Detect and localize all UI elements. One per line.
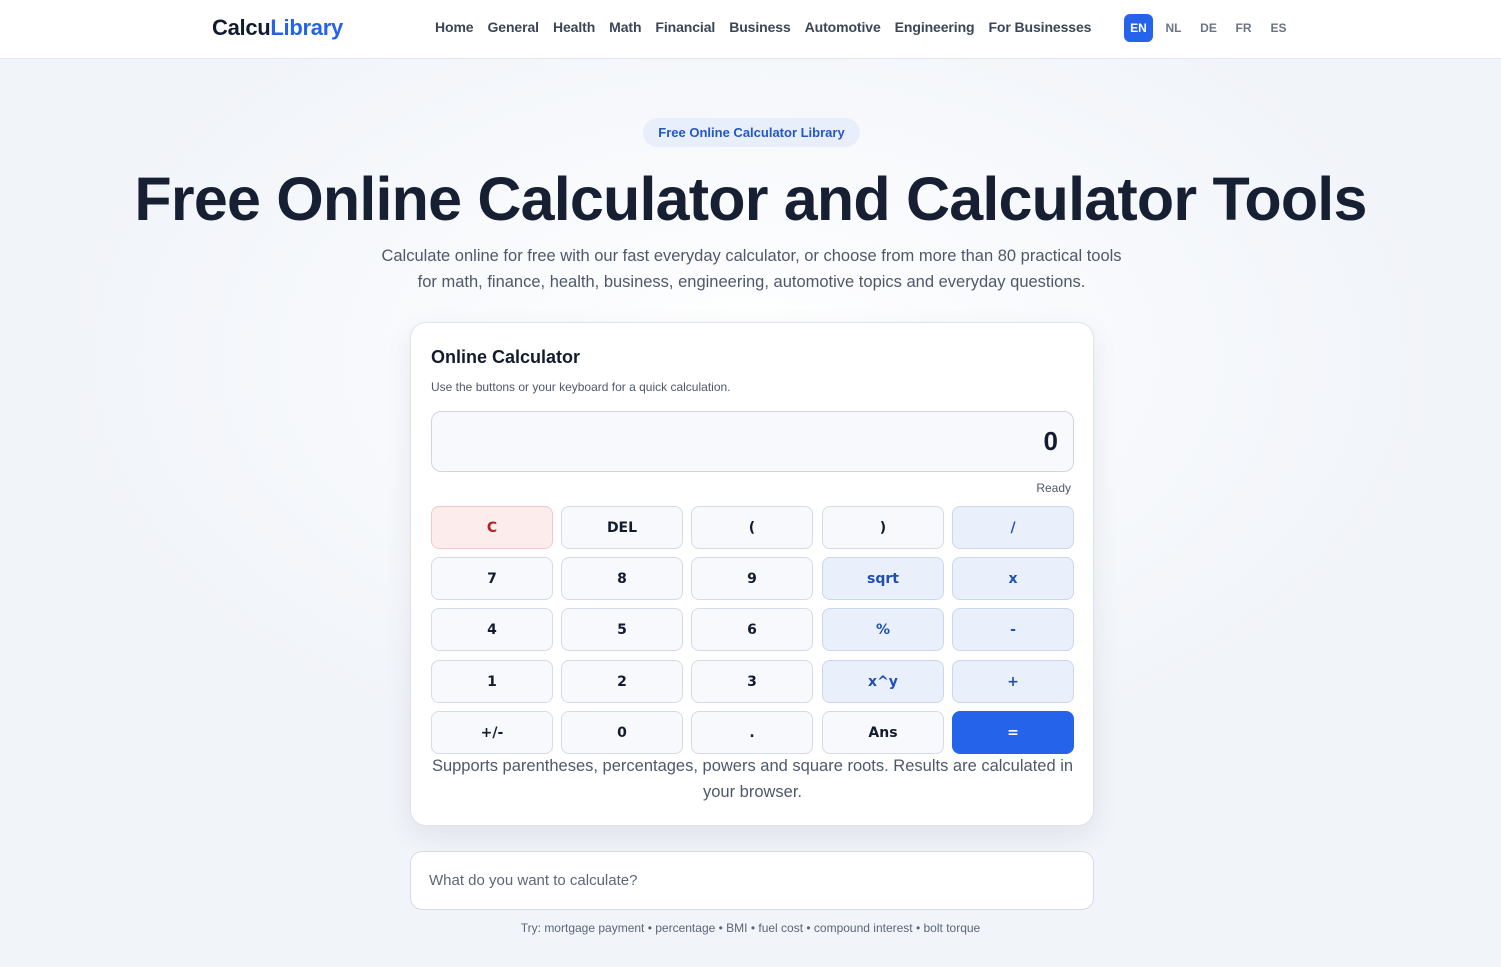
language-switcher: EN NL DE FR ES — [1124, 14, 1293, 42]
add-button[interactable]: + — [952, 660, 1074, 703]
digit-8-button[interactable]: 8 — [561, 557, 683, 600]
negate-button[interactable]: +/- — [431, 711, 553, 754]
calculator-display[interactable]: 0 — [431, 411, 1074, 472]
digit-2-button[interactable]: 2 — [561, 660, 683, 703]
digit-6-button[interactable]: 6 — [691, 608, 813, 651]
power-button[interactable]: x^y — [822, 660, 944, 703]
digit-0-button[interactable]: 0 — [561, 711, 683, 754]
decimal-button[interactable]: . — [691, 711, 813, 754]
digit-5-button[interactable]: 5 — [561, 608, 683, 651]
divide-button[interactable]: / — [952, 506, 1074, 549]
page-title: Free Online Calculator and Calculator To… — [134, 165, 1367, 233]
logo-text-dark: Calcu — [212, 15, 271, 40]
close-paren-button[interactable]: ) — [822, 506, 944, 549]
nav-general[interactable]: General — [488, 19, 540, 35]
nav-financial[interactable]: Financial — [655, 19, 715, 35]
digit-9-button[interactable]: 9 — [691, 557, 813, 600]
lang-es[interactable]: ES — [1264, 14, 1293, 42]
search-suggestions: Try: mortgage payment • percentage • BMI… — [520, 921, 981, 935]
multiply-button[interactable]: x — [952, 557, 1074, 600]
calculator-hint: Use the buttons or your keyboard for a q… — [431, 380, 731, 394]
calculator-footnote: Supports parentheses, percentages, power… — [431, 757, 1074, 801]
digit-7-button[interactable]: 7 — [431, 557, 553, 600]
subtract-button[interactable]: - — [952, 608, 1074, 651]
nav-business[interactable]: Business — [729, 19, 791, 35]
sqrt-button[interactable]: sqrt — [822, 557, 944, 600]
nav-for-businesses[interactable]: For Businesses — [988, 19, 1091, 35]
equals-button[interactable]: = — [952, 711, 1074, 754]
digit-4-button[interactable]: 4 — [431, 608, 553, 651]
hero-badge: Free Online Calculator Library — [643, 118, 860, 147]
main-nav: Home General Health Math Financial Busin… — [435, 19, 1105, 35]
percent-button[interactable]: % — [822, 608, 944, 651]
nav-math[interactable]: Math — [609, 19, 641, 35]
site-header: CalcuLibrary Home General Health Math Fi… — [0, 0, 1501, 59]
nav-engineering[interactable]: Engineering — [895, 19, 975, 35]
hero-subtitle: Calculate online for free with our fast … — [381, 247, 1122, 291]
logo-text-blue: Library — [270, 15, 343, 40]
nav-automotive[interactable]: Automotive — [805, 19, 881, 35]
lang-fr[interactable]: FR — [1229, 14, 1258, 42]
nav-home[interactable]: Home — [435, 19, 474, 35]
lang-en[interactable]: EN — [1124, 14, 1153, 42]
lang-de[interactable]: DE — [1194, 14, 1223, 42]
open-paren-button[interactable]: ( — [691, 506, 813, 549]
delete-button[interactable]: DEL — [561, 506, 683, 549]
site-logo[interactable]: CalcuLibrary — [212, 15, 343, 41]
clear-button[interactable]: C — [431, 506, 553, 549]
digit-1-button[interactable]: 1 — [431, 660, 553, 703]
nav-health[interactable]: Health — [553, 19, 595, 35]
calculator-title: Online Calculator — [431, 347, 581, 367]
digit-3-button[interactable]: 3 — [691, 660, 813, 703]
search-input[interactable] — [411, 852, 1093, 909]
calculator-status: Ready — [1036, 481, 1071, 495]
lang-nl[interactable]: NL — [1159, 14, 1188, 42]
ans-button[interactable]: Ans — [822, 711, 944, 754]
search-box — [410, 851, 1094, 910]
calculator-card: Online Calculator Use the buttons or you… — [410, 322, 1094, 826]
